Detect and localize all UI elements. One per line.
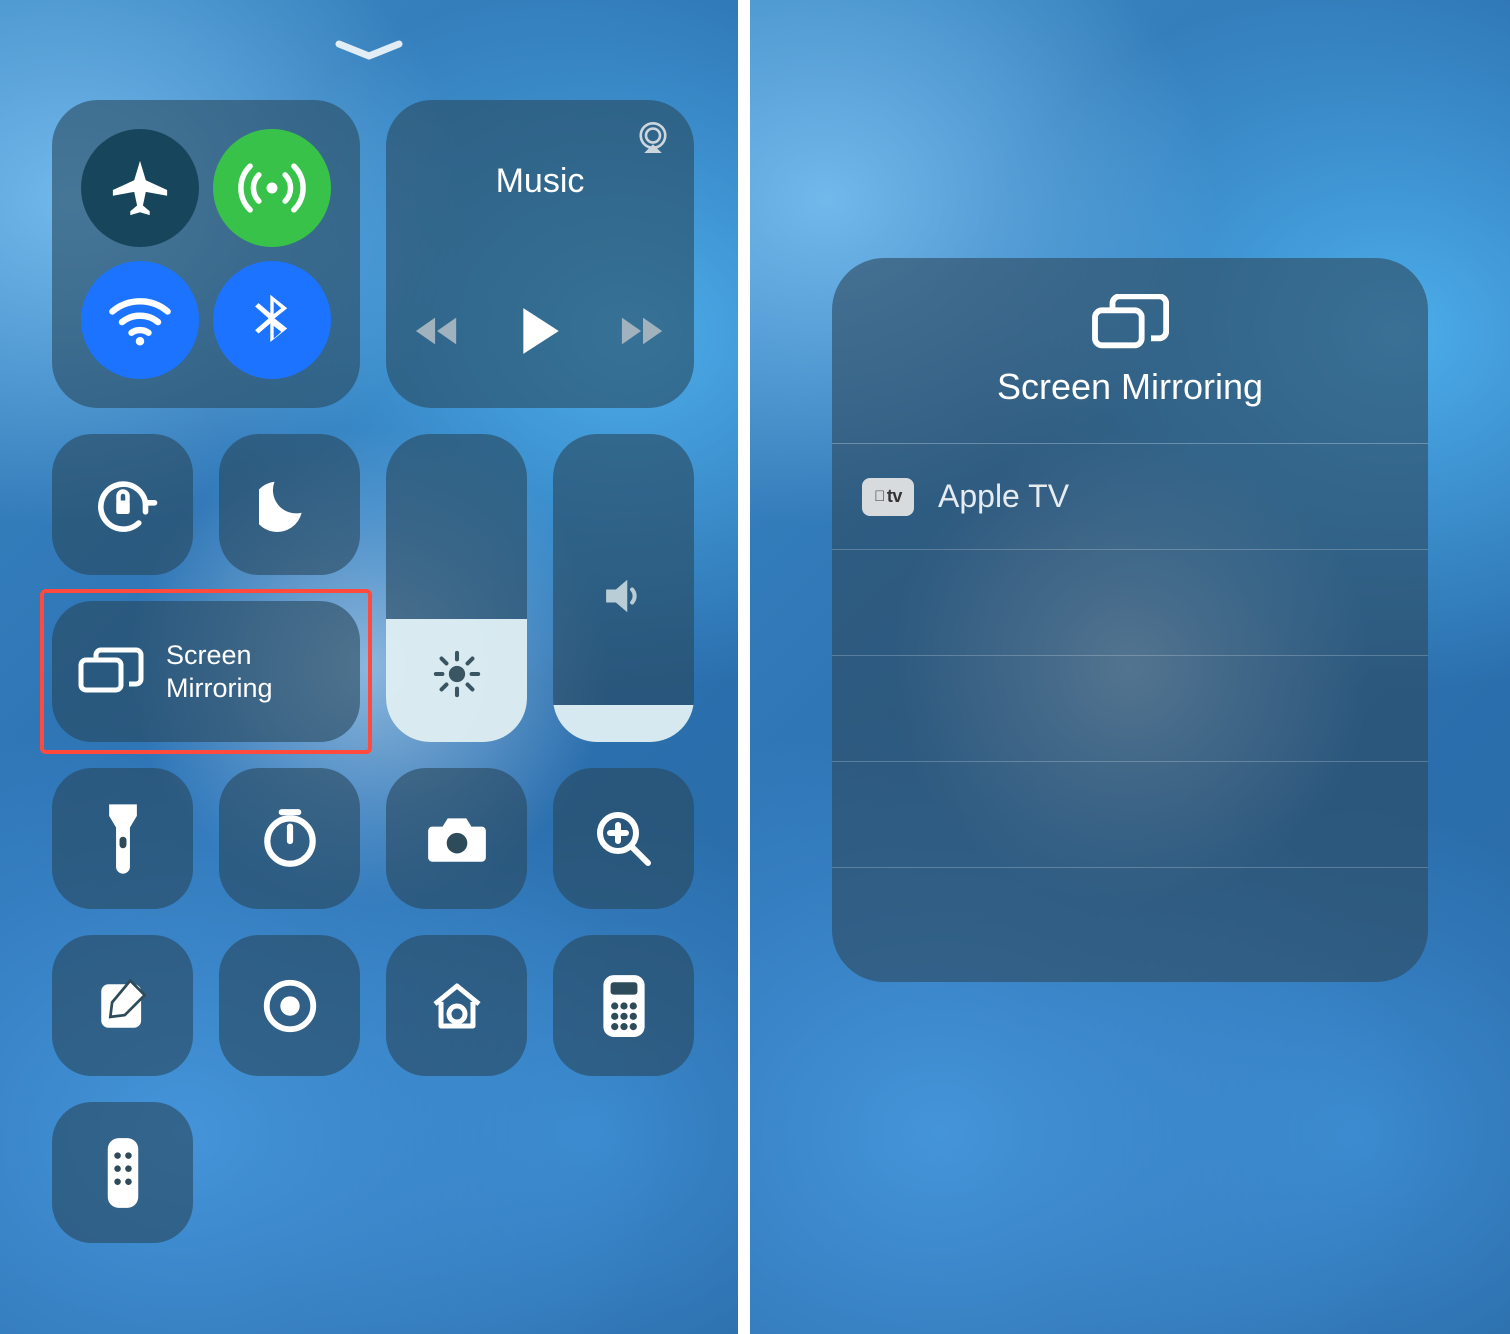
mirror-device-row[interactable]: tv Apple TV (832, 444, 1428, 550)
screen-mirroring-icon (78, 647, 144, 697)
brightness-icon (431, 648, 483, 700)
mirror-empty-row (832, 550, 1428, 656)
collapse-chevron-icon[interactable] (333, 38, 405, 64)
airplay-audio-icon[interactable] (632, 118, 674, 160)
mirror-empty-row (832, 868, 1428, 974)
screen-mirroring-icon (1091, 294, 1169, 350)
screen-mirroring-pane: Screen Mirroring tv Apple TV (750, 0, 1510, 1334)
mirror-empty-row (832, 656, 1428, 762)
control-center-pane: Music (0, 0, 750, 1334)
tutorial-highlight: Screen Mirroring (40, 589, 372, 754)
screen-mirroring-header: Screen Mirroring (832, 258, 1428, 444)
mirror-device-name: Apple TV (938, 478, 1069, 515)
magnifier-button[interactable] (553, 768, 694, 909)
calculator-button[interactable] (553, 935, 694, 1076)
music-widget[interactable]: Music (386, 100, 694, 408)
screen-mirroring-title: Screen Mirroring (997, 366, 1263, 408)
music-title: Music (496, 162, 585, 201)
orientation-lock-toggle[interactable] (52, 434, 193, 575)
notes-button[interactable] (52, 935, 193, 1076)
do-not-disturb-toggle[interactable] (219, 434, 360, 575)
rewind-icon[interactable] (414, 314, 460, 348)
volume-icon (598, 570, 650, 622)
screen-mirroring-button[interactable]: Screen Mirroring (52, 601, 360, 742)
airplane-mode-toggle[interactable] (81, 129, 199, 247)
flashlight-button[interactable] (52, 768, 193, 909)
mirror-empty-row (832, 762, 1428, 868)
fast-forward-icon[interactable] (620, 314, 666, 348)
connectivity-group (52, 100, 360, 408)
cellular-data-toggle[interactable] (213, 129, 331, 247)
screen-mirroring-label: Screen Mirroring (166, 639, 273, 704)
apple-tv-badge-icon: tv (862, 478, 914, 516)
apple-tv-remote-button[interactable] (52, 1102, 193, 1243)
play-icon[interactable] (518, 306, 562, 356)
brightness-slider[interactable] (386, 434, 527, 742)
screen-mirroring-panel: Screen Mirroring tv Apple TV (832, 258, 1428, 982)
screen-record-button[interactable] (219, 935, 360, 1076)
volume-slider[interactable] (553, 434, 694, 742)
bluetooth-toggle[interactable] (213, 261, 331, 379)
camera-button[interactable] (386, 768, 527, 909)
timer-button[interactable] (219, 768, 360, 909)
home-button[interactable] (386, 935, 527, 1076)
wifi-toggle[interactable] (81, 261, 199, 379)
